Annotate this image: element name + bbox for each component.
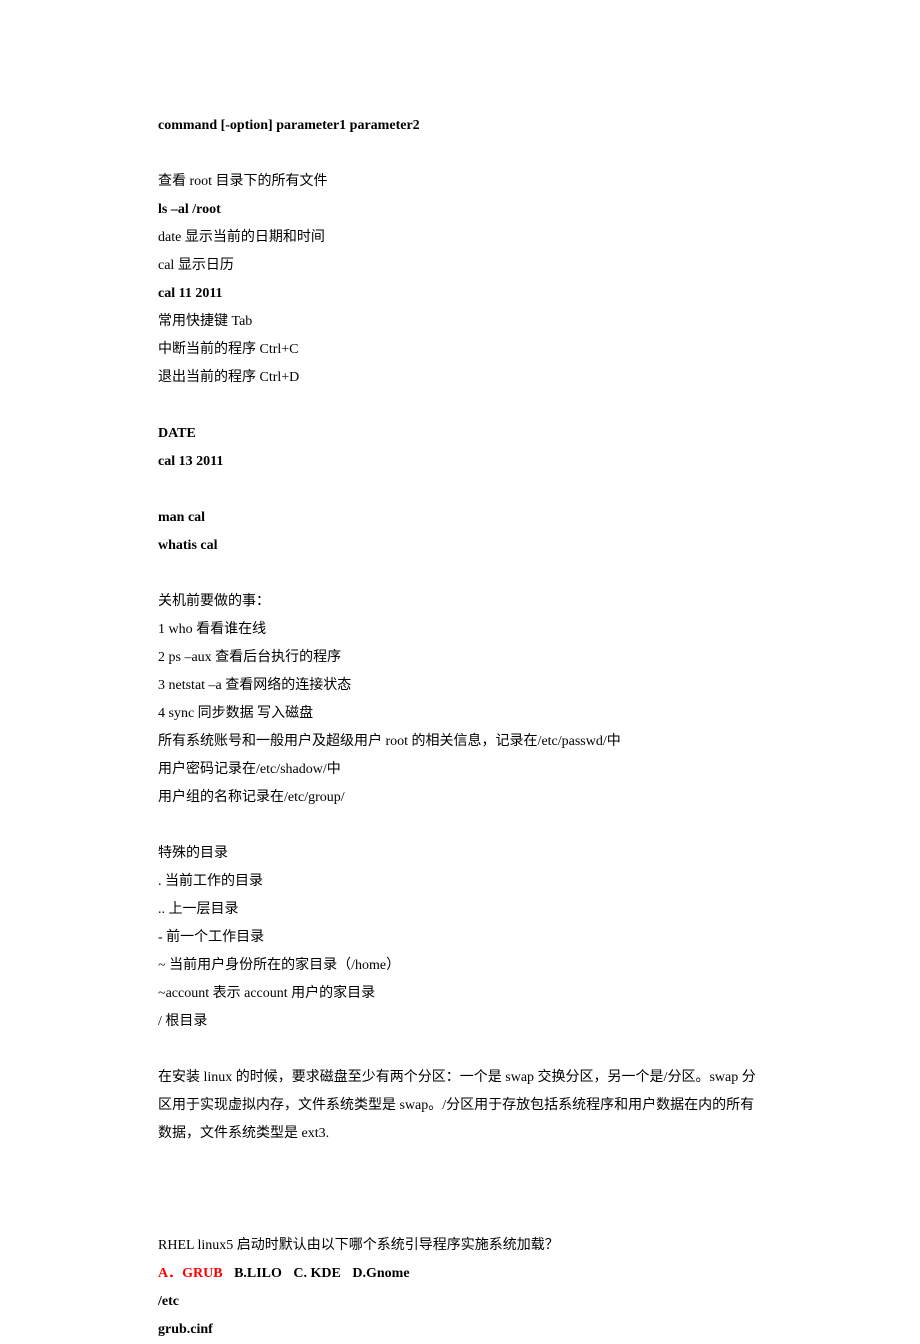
- text-line: 4 sync 同步数据 写入磁盘: [158, 700, 762, 728]
- text-line: cal 显示日历: [158, 252, 762, 280]
- text-line: 查看 root 目录下的所有文件: [158, 168, 762, 196]
- text-line: grub.cinf: [158, 1316, 762, 1344]
- question-line: RHEL linux5 启动时默认由以下哪个系统引导程序实施系统加载？: [158, 1232, 762, 1260]
- command-syntax: command [-option] parameter1 parameter2: [158, 112, 762, 140]
- text-line: .. 上一层目录: [158, 896, 762, 924]
- text-line: whatis cal: [158, 532, 762, 560]
- text-line: 常用快捷键 Tab: [158, 308, 762, 336]
- text-line: date 显示当前的日期和时间: [158, 224, 762, 252]
- text-line: 用户组的名称记录在/etc/group/: [158, 784, 762, 812]
- text-line: cal 13 2011: [158, 448, 762, 476]
- text-line: ~account 表示 account 用户的家目录: [158, 980, 762, 1008]
- text-line: 退出当前的程序 Ctrl+D: [158, 364, 762, 392]
- option-a: A．GRUB: [158, 1266, 223, 1281]
- text-line: 3 netstat –a 查看网络的连接状态: [158, 672, 762, 700]
- text-line: 关机前要做的事：: [158, 588, 762, 616]
- text-line: ~ 当前用户身份所在的家目录（/home）: [158, 952, 762, 980]
- option-b: B.LILO: [234, 1266, 282, 1281]
- option-d: D.Gnome: [352, 1266, 409, 1281]
- paragraph: 在安装 linux 的时候，要求磁盘至少有两个分区：一个是 swap 交换分区，…: [158, 1064, 762, 1148]
- text-line: DATE: [158, 420, 762, 448]
- text-line: / 根目录: [158, 1008, 762, 1036]
- option-c: C. KDE: [293, 1266, 340, 1281]
- text-line: 用户密码记录在/etc/shadow/中: [158, 756, 762, 784]
- text-line: 所有系统账号和一般用户及超级用户 root 的相关信息，记录在/etc/pass…: [158, 728, 762, 756]
- text-line: cal 11 2011: [158, 280, 762, 308]
- text-line: /etc: [158, 1288, 762, 1316]
- text-line: . 当前工作的目录: [158, 868, 762, 896]
- text-line: 特殊的目录: [158, 840, 762, 868]
- options-line: A．GRUB B.LILO C. KDE D.Gnome: [158, 1260, 762, 1288]
- text-line: - 前一个工作目录: [158, 924, 762, 952]
- document-body: command [-option] parameter1 parameter2 …: [158, 112, 762, 1344]
- text-line: 中断当前的程序 Ctrl+C: [158, 336, 762, 364]
- text-line: 1 who 看看谁在线: [158, 616, 762, 644]
- text-line: 2 ps –aux 查看后台执行的程序: [158, 644, 762, 672]
- text-line: ls –al /root: [158, 196, 762, 224]
- text-line: man cal: [158, 504, 762, 532]
